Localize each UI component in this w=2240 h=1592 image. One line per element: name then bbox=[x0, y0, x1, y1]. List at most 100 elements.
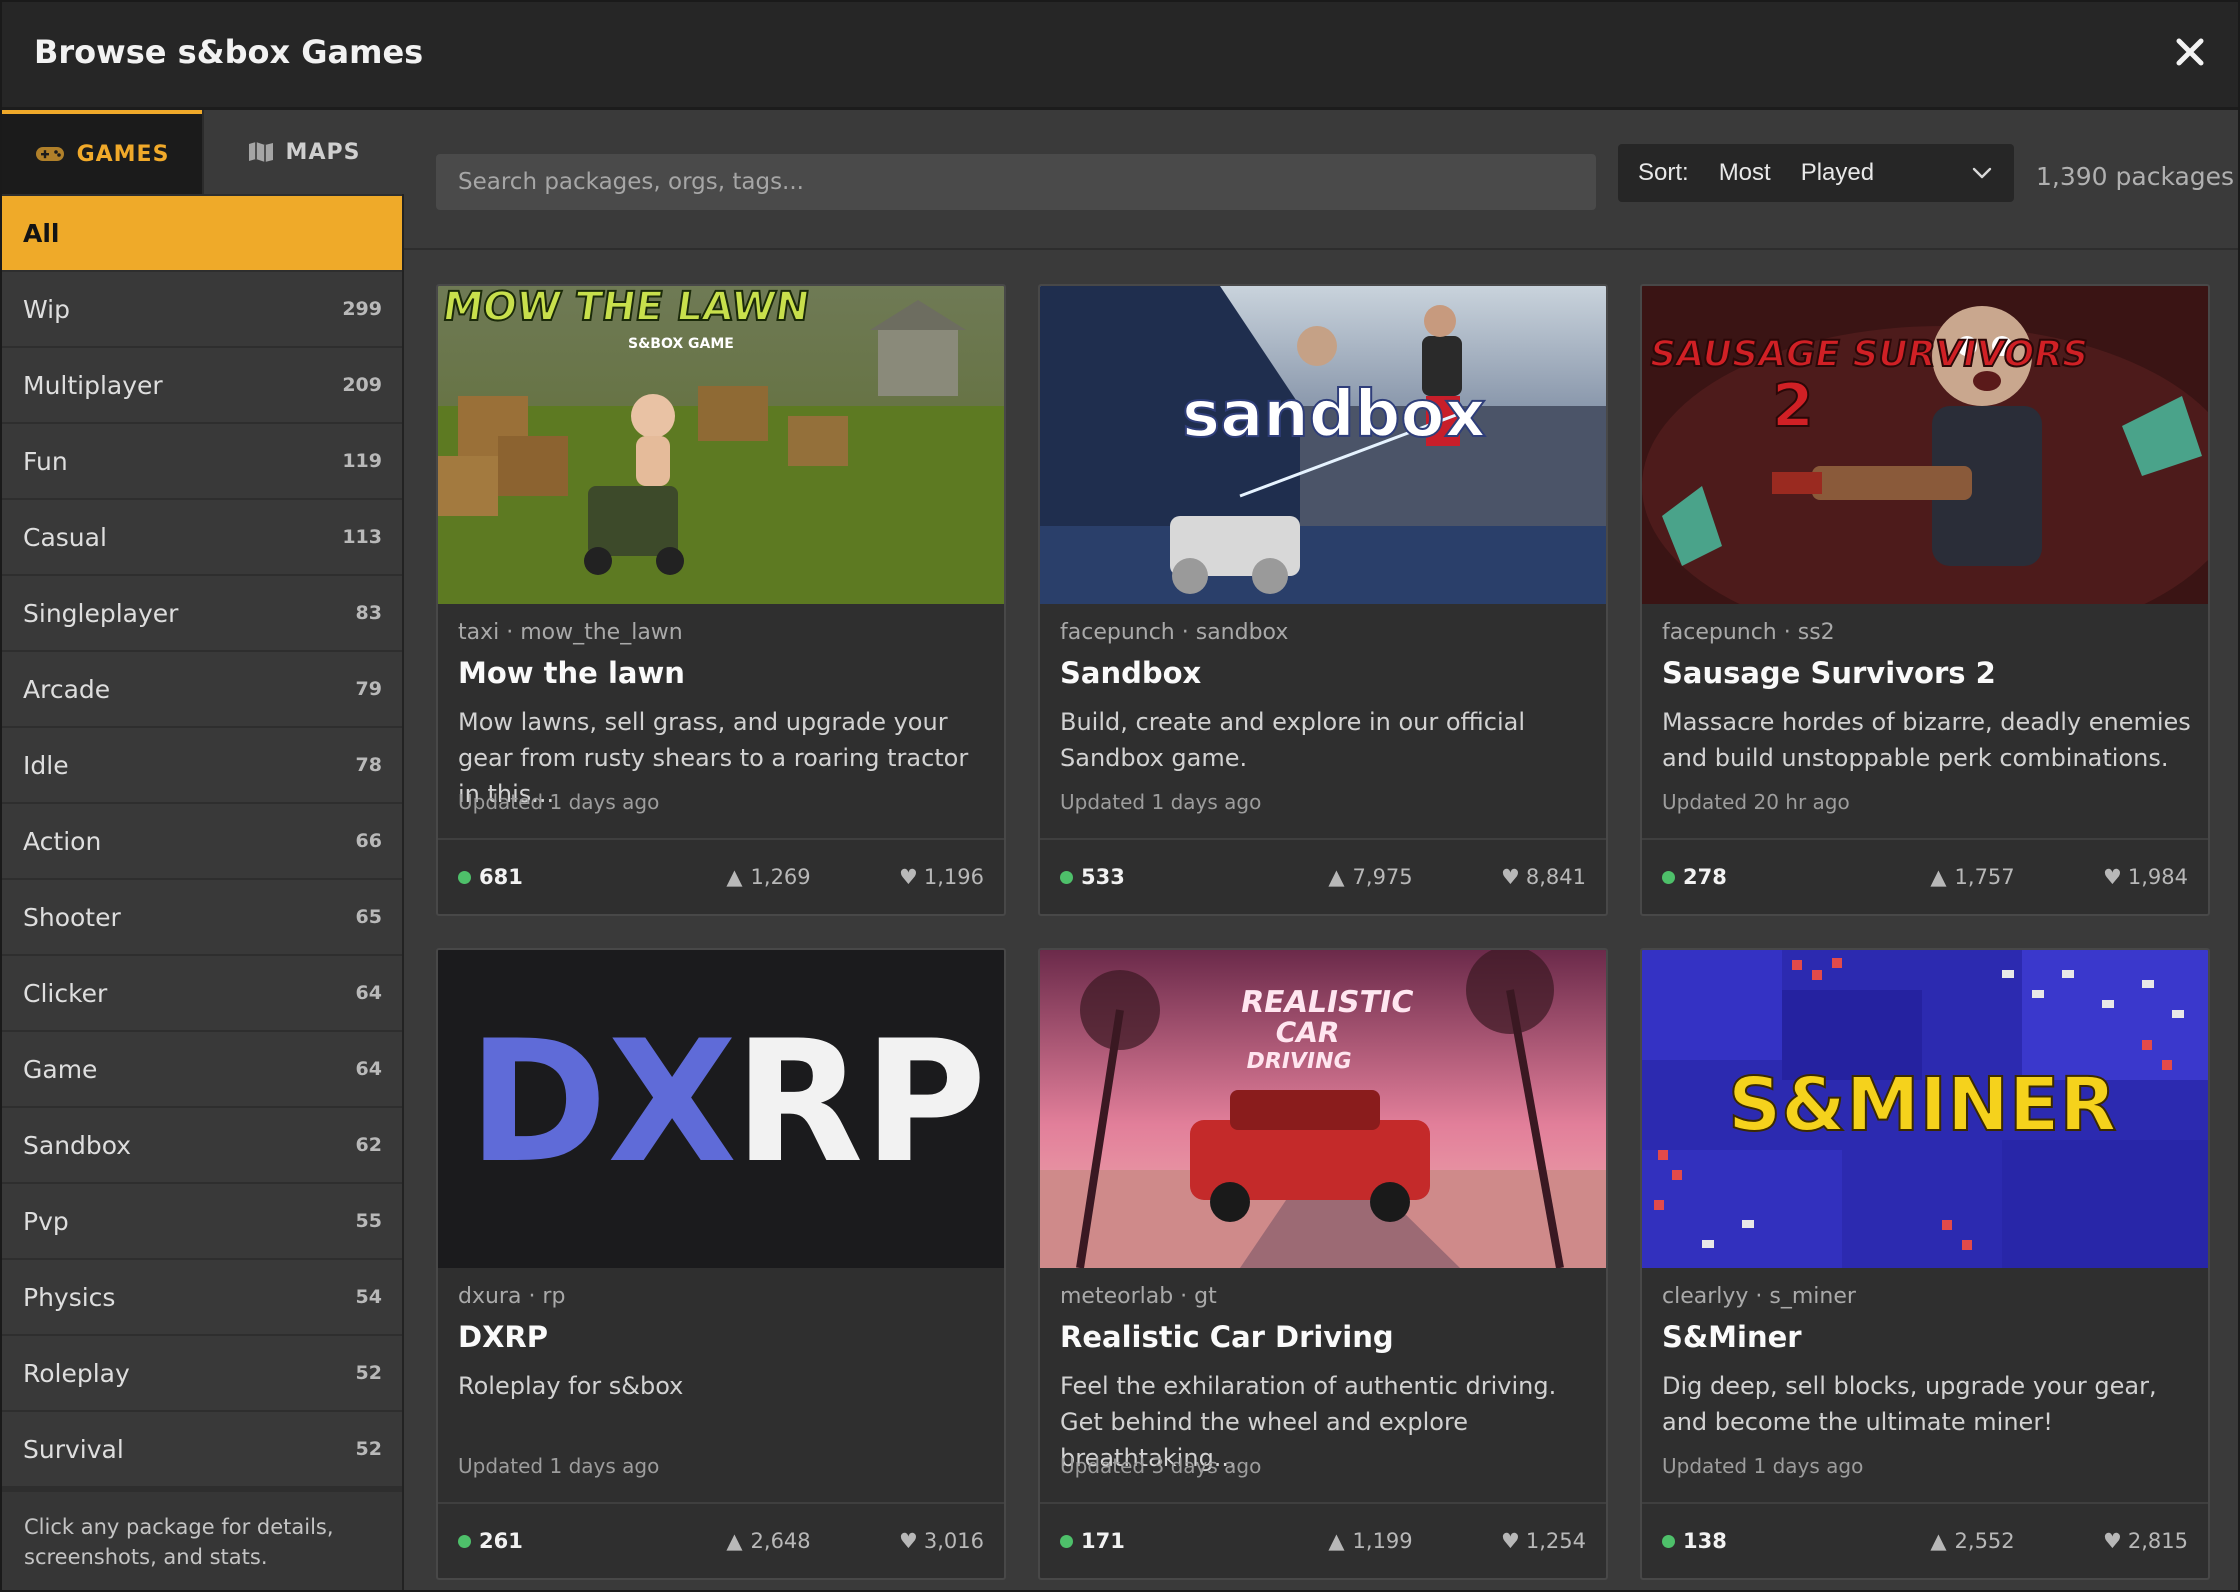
tab-games[interactable]: GAMES bbox=[2, 110, 202, 194]
category-count: 55 bbox=[355, 1210, 382, 1232]
package-thumbnail: sandbox bbox=[1040, 286, 1606, 604]
upvote-icon: ▲ bbox=[726, 865, 743, 889]
category-item-casual[interactable]: Casual 113 bbox=[2, 500, 402, 574]
package-meta: facepunch · sandbox bbox=[1060, 620, 1289, 645]
package-count: 1,390 packages bbox=[2036, 162, 2235, 191]
sort-value-word1: Most bbox=[1718, 159, 1771, 186]
category-item-survival[interactable]: Survival 52 bbox=[2, 1412, 402, 1486]
tab-maps[interactable]: MAPS bbox=[204, 110, 404, 194]
category-item-fun[interactable]: Fun 119 bbox=[2, 424, 402, 498]
upvote-count: ▲ 1,269 bbox=[726, 865, 810, 889]
package-card-mow-the-lawn[interactable]: MOW THE LAWN S&BOX GAME taxi · mow_the_l… bbox=[436, 284, 1006, 916]
category-label: Shooter bbox=[23, 902, 121, 932]
package-card-sausage-survivors-2[interactable]: SAUSAGE SURVIVORS 2 facepunch · ss2 Saus… bbox=[1640, 284, 2210, 916]
package-updated: Updated 1 days ago bbox=[1060, 790, 1262, 814]
package-card-s-miner[interactable]: S&MINER clearlyy · s_miner S&Miner Dig d… bbox=[1640, 948, 2210, 1580]
package-updated: Updated 1 days ago bbox=[458, 1454, 660, 1478]
category-count: 52 bbox=[355, 1362, 382, 1384]
art-title-3: DRIVING bbox=[1244, 1048, 1354, 1074]
category-count: 64 bbox=[355, 982, 382, 1004]
online-count: 261 bbox=[458, 1529, 638, 1553]
search-input[interactable] bbox=[436, 154, 1596, 210]
category-label: Roleplay bbox=[23, 1358, 130, 1388]
category-item-idle[interactable]: Idle 78 bbox=[2, 728, 402, 802]
package-updated: Updated 3 days ago bbox=[1060, 1454, 1262, 1478]
category-count: 299 bbox=[342, 298, 382, 320]
package-meta: facepunch · ss2 bbox=[1662, 620, 1835, 645]
category-label: Pvp bbox=[23, 1206, 69, 1236]
package-updated: Updated 1 days ago bbox=[1662, 1454, 1864, 1478]
category-item-all[interactable]: All bbox=[2, 196, 402, 270]
upvote-count: ▲ 7,975 bbox=[1328, 865, 1412, 889]
sort-dropdown[interactable]: Sort: Most Played bbox=[1618, 144, 2014, 202]
package-title: Mow the lawn bbox=[458, 656, 685, 690]
category-item-sandbox[interactable]: Sandbox 62 bbox=[2, 1108, 402, 1182]
package-title: S&Miner bbox=[1662, 1320, 1802, 1354]
main-content: Sort: Most Played 1,390 packages bbox=[404, 110, 2238, 1590]
upvote-count: ▲ 1,757 bbox=[1930, 865, 2014, 889]
browse-games-window: Browse s&box Games GAMES MAPS All Wip 29… bbox=[0, 0, 2240, 1592]
package-meta: dxura · rp bbox=[458, 1284, 566, 1309]
package-stats: 261 ▲ 2,648 ♥ 3,016 bbox=[438, 1502, 1004, 1578]
favourite-value: 1,254 bbox=[1525, 1529, 1586, 1553]
category-item-roleplay[interactable]: Roleplay 52 bbox=[2, 1336, 402, 1410]
heart-icon: ♥ bbox=[2103, 865, 2122, 889]
category-count: 65 bbox=[355, 906, 382, 928]
category-label: Arcade bbox=[23, 674, 111, 704]
category-label: Fun bbox=[23, 446, 68, 476]
category-count: 52 bbox=[355, 1438, 382, 1460]
favourite-count: ♥ 8,841 bbox=[1501, 865, 1586, 889]
category-item-shooter[interactable]: Shooter 65 bbox=[2, 880, 402, 954]
package-card-sandbox[interactable]: sandbox facepunch · sandbox Sandbox Buil… bbox=[1038, 284, 1608, 916]
category-label: Multiplayer bbox=[23, 370, 163, 400]
package-card-dxrp[interactable]: DX RP dxura · rp DXRP Roleplay for s&box… bbox=[436, 948, 1006, 1580]
upvote-icon: ▲ bbox=[726, 1529, 743, 1553]
category-item-singleplayer[interactable]: Singleplayer 83 bbox=[2, 576, 402, 650]
heart-icon: ♥ bbox=[1501, 865, 1520, 889]
gamepad-icon bbox=[35, 147, 64, 161]
online-value: 171 bbox=[1081, 1529, 1125, 1553]
art-title: sandbox bbox=[1182, 378, 1486, 452]
online-dot-icon bbox=[1662, 1534, 1675, 1548]
close-icon[interactable] bbox=[2170, 32, 2210, 72]
category-item-clicker[interactable]: Clicker 64 bbox=[2, 956, 402, 1030]
category-item-pvp[interactable]: Pvp 55 bbox=[2, 1184, 402, 1258]
package-thumbnail: S&MINER bbox=[1642, 950, 2208, 1268]
category-label: Idle bbox=[23, 750, 69, 780]
online-dot-icon bbox=[1060, 1534, 1073, 1548]
package-stats: 138 ▲ 2,552 ♥ 2,815 bbox=[1642, 1502, 2208, 1578]
package-card-realistic-car-driving[interactable]: REALISTIC CAR DRIVING meteorlab · gt Rea… bbox=[1038, 948, 1608, 1580]
category-label: Casual bbox=[23, 522, 107, 552]
online-count: 138 bbox=[1662, 1529, 1842, 1553]
online-count: 681 bbox=[458, 865, 638, 889]
online-count: 171 bbox=[1060, 1529, 1240, 1553]
category-label: Physics bbox=[23, 1282, 116, 1312]
package-updated: Updated 20 hr ago bbox=[1662, 790, 1850, 814]
category-item-wip[interactable]: Wip 299 bbox=[2, 272, 402, 346]
favourite-value: 1,196 bbox=[923, 865, 984, 889]
online-value: 261 bbox=[479, 1529, 523, 1553]
category-item-action[interactable]: Action 66 bbox=[2, 804, 402, 878]
chevron-down-icon bbox=[1972, 167, 1992, 179]
package-thumbnail: REALISTIC CAR DRIVING bbox=[1040, 950, 1606, 1268]
package-description: Massacre hordes of bizarre, deadly enemi… bbox=[1662, 708, 2191, 772]
category-item-game[interactable]: Game 64 bbox=[2, 1032, 402, 1106]
category-count: 62 bbox=[355, 1134, 382, 1156]
category-label: All bbox=[23, 218, 60, 248]
art-title: S&MINER bbox=[1728, 1062, 2116, 1148]
online-value: 278 bbox=[1683, 865, 1727, 889]
upvote-value: 2,552 bbox=[1954, 1529, 2015, 1553]
upvote-icon: ▲ bbox=[1328, 1529, 1345, 1553]
title-bar: Browse s&box Games bbox=[2, 2, 2238, 110]
map-icon bbox=[248, 142, 273, 162]
package-updated: Updated 1 days ago bbox=[458, 790, 660, 814]
package-thumbnail: DX RP bbox=[438, 950, 1004, 1268]
category-count: 113 bbox=[342, 526, 382, 548]
online-dot-icon bbox=[458, 1534, 471, 1548]
category-item-arcade[interactable]: Arcade 79 bbox=[2, 652, 402, 726]
favourite-value: 8,841 bbox=[1525, 865, 1586, 889]
online-value: 138 bbox=[1683, 1529, 1727, 1553]
online-dot-icon bbox=[1060, 870, 1073, 884]
category-item-multiplayer[interactable]: Multiplayer 209 bbox=[2, 348, 402, 422]
category-item-physics[interactable]: Physics 54 bbox=[2, 1260, 402, 1334]
